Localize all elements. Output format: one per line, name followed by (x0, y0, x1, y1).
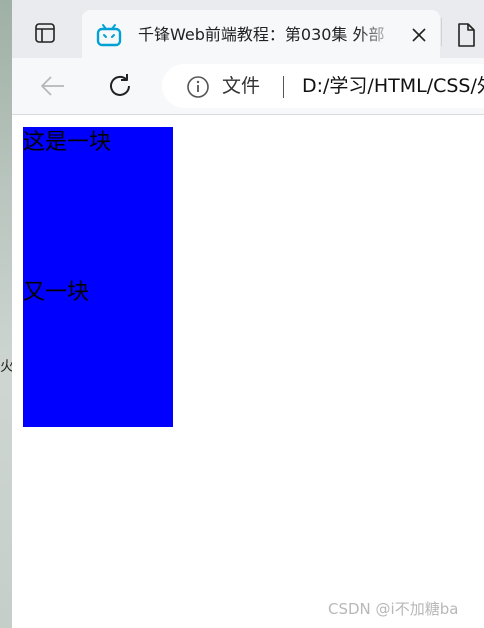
tab-active[interactable]: 千锋Web前端教程：第030集 外部 (82, 10, 440, 58)
address-bar[interactable]: 文件 D:/学习/HTML/CSS/外 (162, 64, 484, 108)
browser-window: 千锋Web前端教程：第030集 外部 文件 D:/学习/HTML/CSS/外 这… (12, 0, 484, 628)
reload-button[interactable] (102, 68, 138, 104)
document-icon (458, 23, 475, 47)
site-info-label[interactable]: 文件 (222, 74, 260, 98)
tab-close-button[interactable] (406, 22, 432, 48)
tab-inactive[interactable] (444, 10, 484, 58)
blue-block-1: 这是一块 (23, 127, 173, 277)
page-viewport: 这是一块 又一块 CSDN @i不加糖ba (12, 115, 484, 628)
bilibili-tv-icon (96, 24, 122, 47)
arrow-left-icon (41, 76, 64, 96)
block-1-text: 这是一块 (23, 130, 112, 155)
close-icon (412, 28, 426, 42)
url-text[interactable]: D:/学习/HTML/CSS/外 (302, 74, 484, 98)
info-circle-icon[interactable] (186, 75, 210, 99)
back-button[interactable] (34, 70, 72, 102)
block-2-text: 又一块 (23, 280, 90, 305)
reload-icon (110, 74, 130, 96)
tab-actions-button[interactable] (26, 16, 64, 50)
csdn-watermark: CSDN @i不加糖ba (328, 600, 459, 618)
desktop-background (0, 0, 12, 628)
navigation-toolbar: 文件 D:/学习/HTML/CSS/外 (12, 58, 484, 115)
blue-block-2: 又一块 (23, 277, 173, 427)
sidebar-panel-icon (35, 23, 55, 43)
tab-strip: 千锋Web前端教程：第030集 外部 (12, 0, 484, 58)
